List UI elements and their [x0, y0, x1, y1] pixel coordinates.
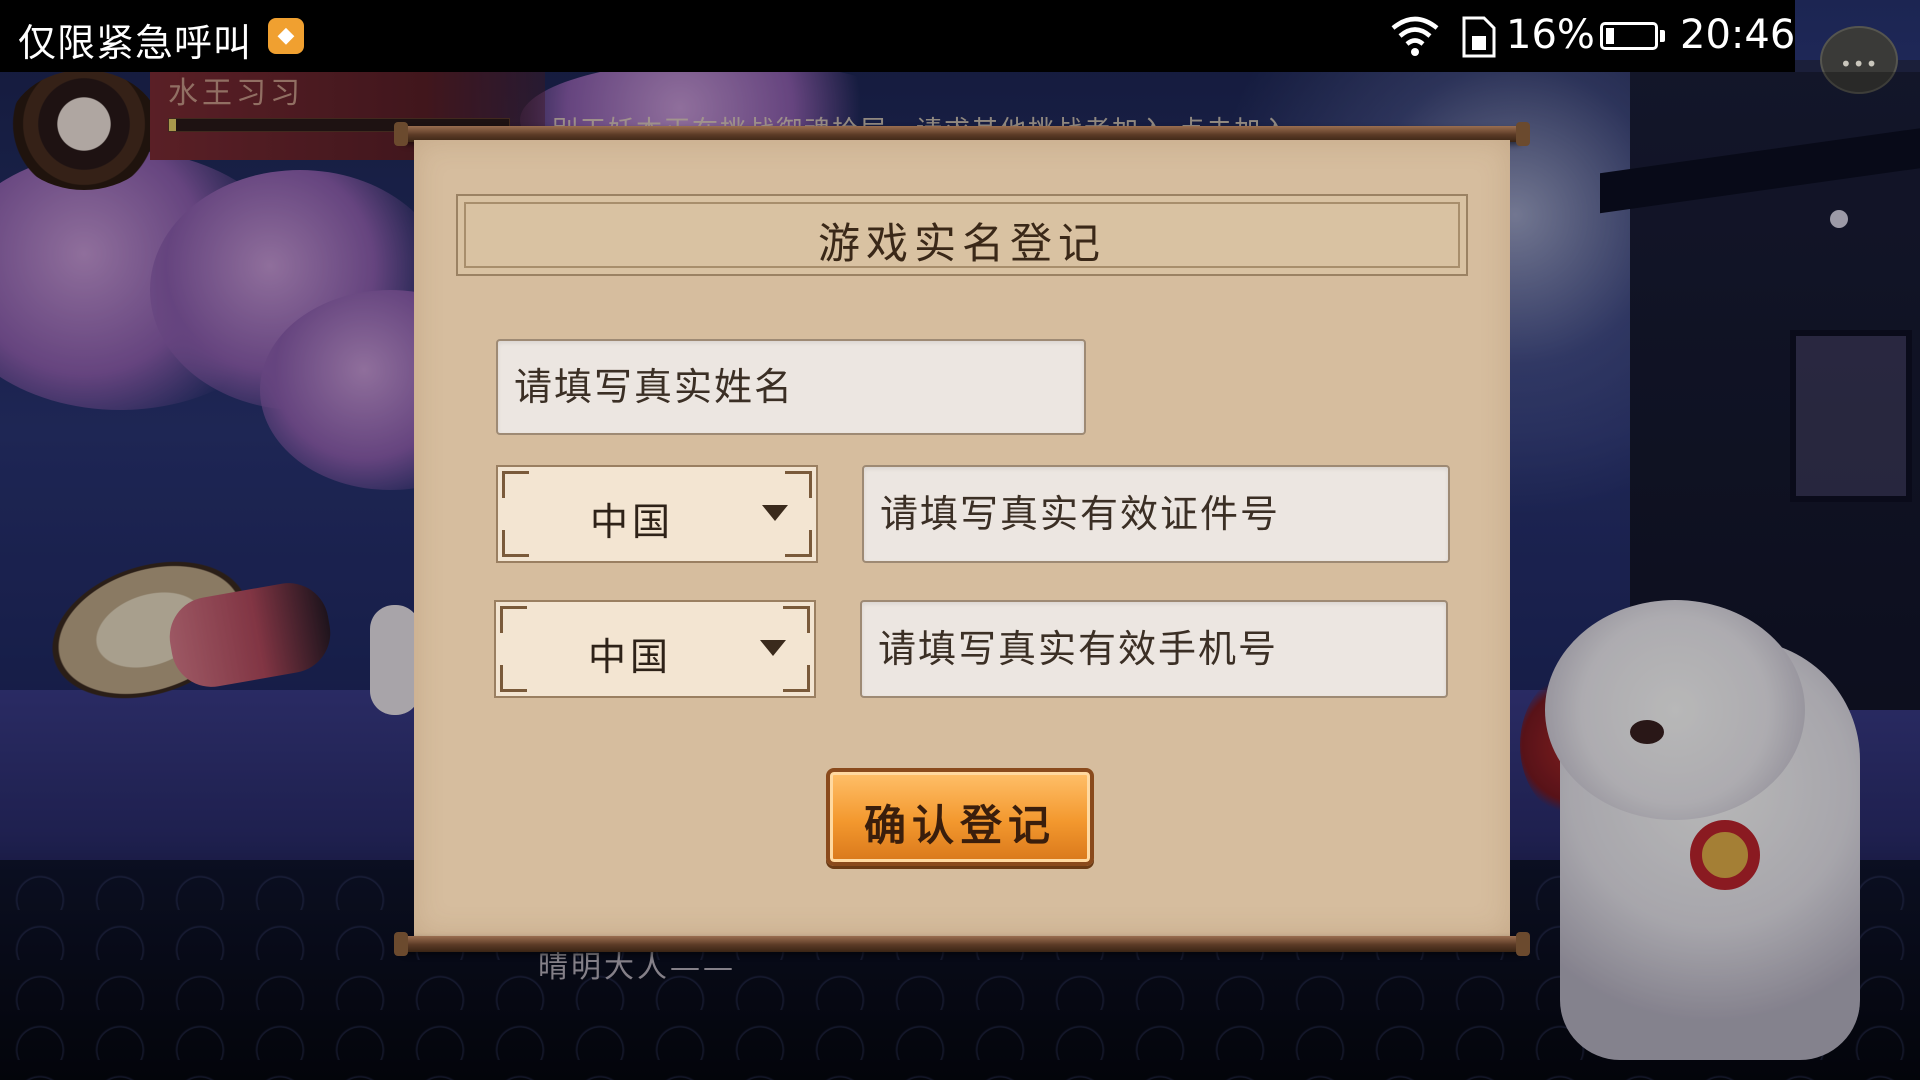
dialog-title-banner: 游戏实名登记: [456, 194, 1468, 276]
battery-nub: [1660, 30, 1665, 42]
caret-down-icon: [762, 505, 788, 521]
clock: 20:46: [1680, 12, 1796, 58]
id-country-value: 中国: [589, 500, 674, 544]
frame-corner: [783, 606, 810, 633]
frame-corner: [785, 530, 812, 557]
id-country-dropdown[interactable]: 中国: [496, 465, 818, 563]
weibo-notification-icon: ◆: [268, 18, 304, 54]
sim-card-icon: [1462, 16, 1496, 58]
frame-corner: [783, 665, 810, 692]
confirm-button-label: 确认登记: [863, 801, 1056, 850]
frame-corner: [785, 471, 812, 498]
wifi-icon: [1391, 16, 1439, 56]
battery-icon: [1600, 22, 1658, 50]
battery-percent: 16%: [1506, 12, 1595, 58]
id-number-field[interactable]: [862, 465, 1450, 563]
scroll-bottom-rod: [394, 932, 1530, 956]
caret-down-icon: [760, 640, 786, 656]
battery-level-fill: [1606, 28, 1615, 44]
real-name-field[interactable]: [496, 339, 1086, 435]
real-name-input[interactable]: [498, 341, 1084, 433]
status-bar: 仅限紧急呼叫 ◆ 16% 20:46: [0, 0, 1795, 72]
phone-number-field[interactable]: [860, 600, 1448, 698]
id-number-input[interactable]: [864, 467, 1448, 561]
dialog-title: 游戏实名登记: [817, 219, 1106, 268]
confirm-registration-button[interactable]: 确认登记: [826, 768, 1094, 866]
phone-country-value: 中国: [587, 635, 672, 679]
phone-number-input[interactable]: [862, 602, 1446, 696]
carrier-text: 仅限紧急呼叫: [18, 21, 253, 65]
phone-country-dropdown[interactable]: 中国: [494, 600, 816, 698]
